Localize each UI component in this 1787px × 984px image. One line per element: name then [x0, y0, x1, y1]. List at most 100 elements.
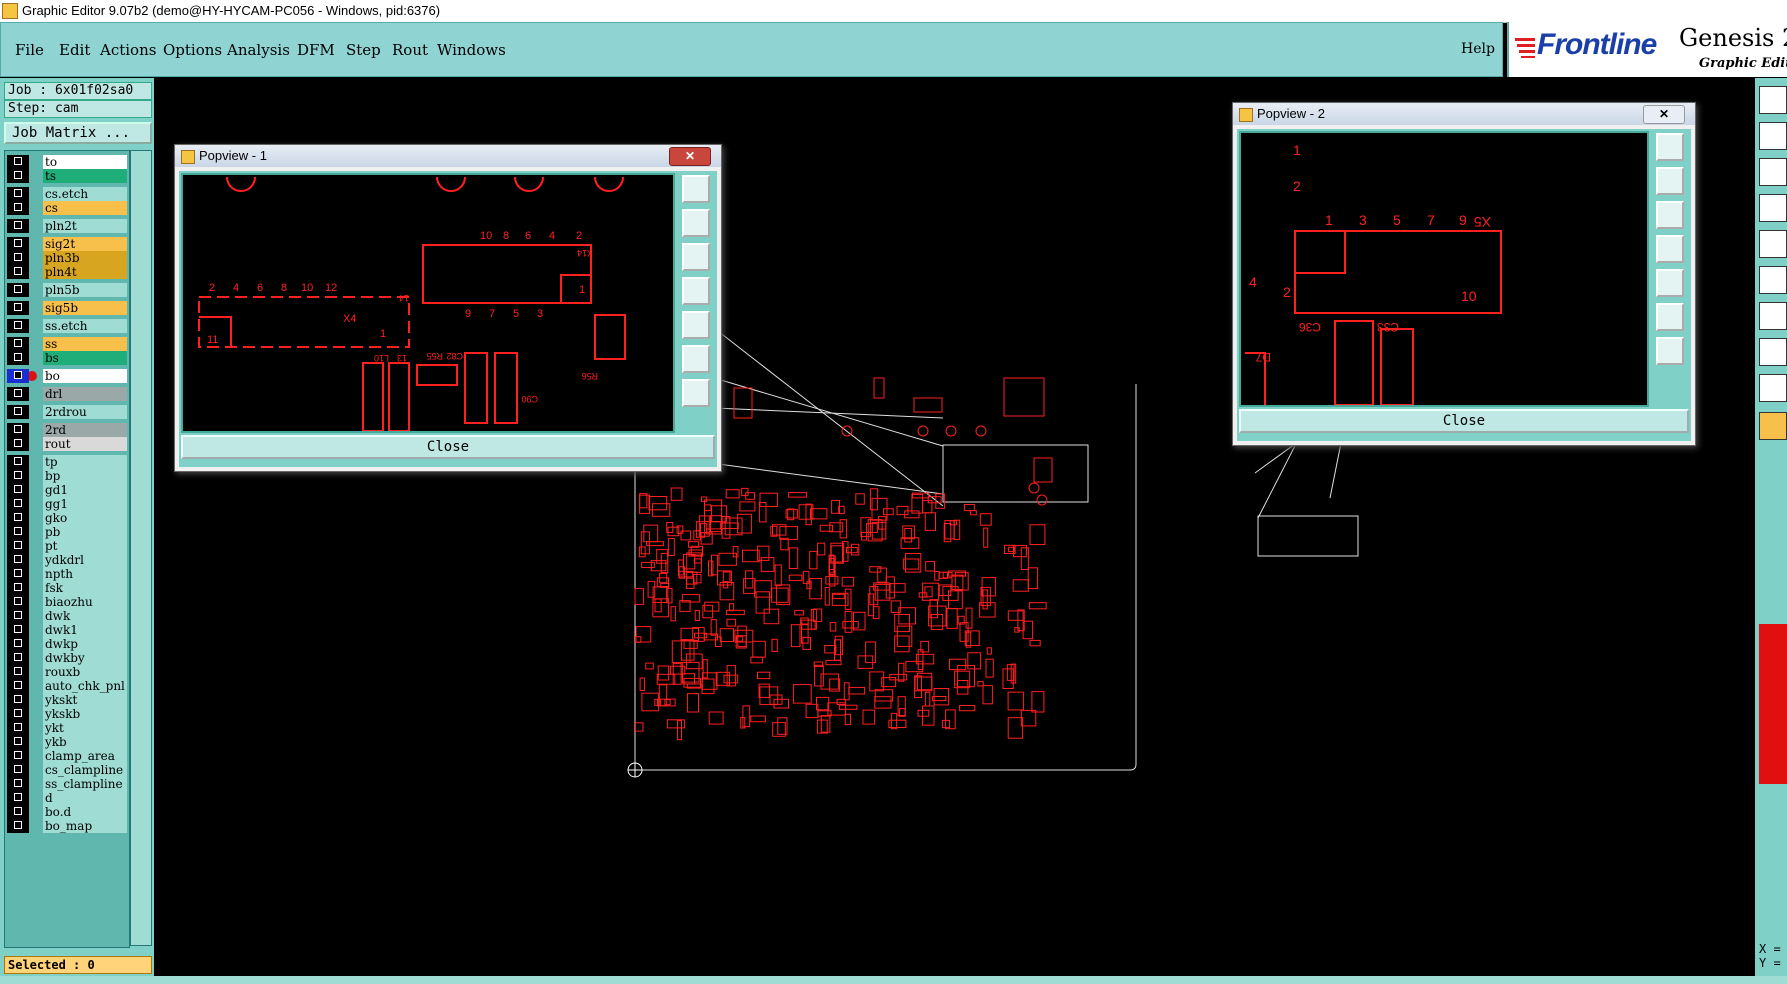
popview-2-close-button[interactable]: Close [1239, 409, 1689, 433]
layer-row-pb[interactable]: pb [7, 525, 127, 539]
popview-2-pan-left-icon[interactable] [1656, 235, 1684, 263]
menu-edit[interactable]: Edit [59, 41, 90, 59]
layer-checkbox[interactable] [14, 569, 22, 577]
layer-checkbox[interactable] [14, 555, 22, 563]
layer-row-cs[interactable]: cs [7, 201, 127, 215]
menu-step[interactable]: Step [346, 41, 381, 59]
popview-2-zoom-out-icon[interactable] [1656, 337, 1684, 365]
layer-row-ydkdrl[interactable]: ydkdrl [7, 553, 127, 567]
popview-2-pan-right-icon[interactable] [1656, 269, 1684, 297]
menu-help[interactable]: Help [1461, 41, 1495, 57]
layer-checkbox[interactable] [14, 389, 22, 397]
popview-2-fit-icon[interactable] [1656, 303, 1684, 331]
tool-zoom-home-icon[interactable] [1759, 86, 1787, 114]
layer-row-rout[interactable]: rout [7, 437, 127, 451]
popview-1-canvas[interactable]: 10 8 6 4 2 X14 1 9 7 5 3 2 4 6 8 10 12 14 X4 11 1 13 L10 R55 C82… [181, 173, 675, 433]
menu-analysis[interactable]: Analysis [227, 41, 290, 59]
layer-checkbox[interactable] [14, 527, 22, 535]
layer-row-pln5b[interactable]: pln5b [7, 283, 127, 297]
layer-row-cs_clampline[interactable]: cs_clampline [7, 763, 127, 777]
layer-row-ykb[interactable]: ykb [7, 735, 127, 749]
layer-row-ykskt[interactable]: ykskt [7, 693, 127, 707]
layer-checkbox[interactable] [14, 513, 22, 521]
layer-row-bp[interactable]: bp [7, 469, 127, 483]
popview-2-close-icon[interactable]: ✕ [1643, 105, 1685, 124]
layer-row-gd1[interactable]: gd1 [7, 483, 127, 497]
layer-checkbox[interactable] [14, 485, 22, 493]
layer-row-sig5b[interactable]: sig5b [7, 301, 127, 315]
layer-row-npth[interactable]: npth [7, 567, 127, 581]
layer-row-2rdrou[interactable]: 2rdrou [7, 405, 127, 419]
layer-row-pln4t[interactable]: pln4t [7, 265, 127, 279]
layer-row-ss_clampline[interactable]: ss_clampline [7, 777, 127, 791]
popview-1-pan-up-icon[interactable] [682, 209, 710, 237]
layer-checkbox[interactable] [14, 779, 22, 787]
layer-checkbox[interactable] [14, 285, 22, 293]
layer-row-2rd[interactable]: 2rd [7, 423, 127, 437]
layer-row-pln3b[interactable]: pln3b [7, 251, 127, 265]
layer-checkbox[interactable] [14, 597, 22, 605]
layer-checkbox[interactable] [14, 171, 22, 179]
layer-row-bo.d[interactable]: bo.d [7, 805, 127, 819]
menu-file[interactable]: File [15, 41, 44, 59]
layer-row-dwk[interactable]: dwk [7, 609, 127, 623]
tool-pan-up-icon[interactable] [1759, 158, 1787, 186]
layer-row-ts[interactable]: ts [7, 169, 127, 183]
layer-row-ykskb[interactable]: ykskb [7, 707, 127, 721]
layer-row-ykt[interactable]: ykt [7, 721, 127, 735]
layer-row-ss.etch[interactable]: ss.etch [7, 319, 127, 333]
layer-row-d[interactable]: d [7, 791, 127, 805]
layer-row-auto_chk_pnl[interactable]: auto_chk_pnl [7, 679, 127, 693]
layer-row-pt[interactable]: pt [7, 539, 127, 553]
popview-2-pan-down-icon[interactable] [1656, 201, 1684, 229]
layer-row-pln2t[interactable]: pln2t [7, 219, 127, 233]
layer-checkbox[interactable] [14, 425, 22, 433]
layer-checkbox[interactable] [14, 681, 22, 689]
layer-checkbox[interactable] [14, 499, 22, 507]
layer-row-dwkp[interactable]: dwkp [7, 637, 127, 651]
tool-pan-left-icon[interactable] [1759, 122, 1787, 150]
layer-checkbox[interactable] [14, 253, 22, 261]
tool-circle-icon[interactable] [1759, 230, 1787, 258]
layer-row-bo[interactable]: bo [7, 369, 127, 383]
tool-network-icon[interactable] [1759, 266, 1787, 294]
popview-2-zoom-icon[interactable] [1656, 133, 1684, 161]
layer-checkbox[interactable] [14, 157, 22, 165]
layer-checkbox[interactable] [14, 189, 22, 197]
menu-dfm[interactable]: DFM [297, 41, 335, 59]
layer-checkbox[interactable] [14, 371, 22, 379]
layer-row-dwk1[interactable]: dwk1 [7, 623, 127, 637]
menu-actions[interactable]: Actions [100, 41, 156, 59]
layer-checkbox[interactable] [14, 541, 22, 549]
layer-row-sig2t[interactable]: sig2t [7, 237, 127, 251]
job-matrix-button[interactable]: Job Matrix ... [4, 122, 152, 144]
layer-row-fsk[interactable]: fsk [7, 581, 127, 595]
layer-checkbox[interactable] [14, 221, 22, 229]
layer-checkbox[interactable] [14, 793, 22, 801]
layer-checkbox[interactable] [14, 339, 22, 347]
layer-checkbox[interactable] [14, 625, 22, 633]
popview-1-zoom-icon[interactable] [682, 175, 710, 203]
layer-row-gg1[interactable]: gg1 [7, 497, 127, 511]
menu-windows[interactable]: Windows [437, 41, 506, 59]
layer-checkbox[interactable] [14, 457, 22, 465]
tool-angle-icon[interactable] [1759, 374, 1787, 402]
layer-checkbox[interactable] [14, 709, 22, 717]
layer-row-clamp_area[interactable]: clamp_area [7, 749, 127, 763]
layer-checkbox[interactable] [14, 737, 22, 745]
layer-checkbox[interactable] [14, 807, 22, 815]
layer-checkbox[interactable] [14, 239, 22, 247]
tool-triangle-icon[interactable] [1759, 302, 1787, 330]
layer-checkbox[interactable] [14, 765, 22, 773]
layer-row-dwkby[interactable]: dwkby [7, 651, 127, 665]
layer-checkbox[interactable] [14, 723, 22, 731]
menu-options[interactable]: Options [163, 41, 222, 59]
popview-2-pan-up-icon[interactable] [1656, 167, 1684, 195]
layer-row-ss[interactable]: ss [7, 337, 127, 351]
menu-rout[interactable]: Rout [392, 41, 428, 59]
popview-1-pan-left-icon[interactable] [682, 277, 710, 305]
layer-row-biaozhu[interactable]: biaozhu [7, 595, 127, 609]
layer-checkbox[interactable] [14, 611, 22, 619]
tool-snap-icon[interactable] [1759, 338, 1787, 366]
layer-checkbox[interactable] [14, 353, 22, 361]
